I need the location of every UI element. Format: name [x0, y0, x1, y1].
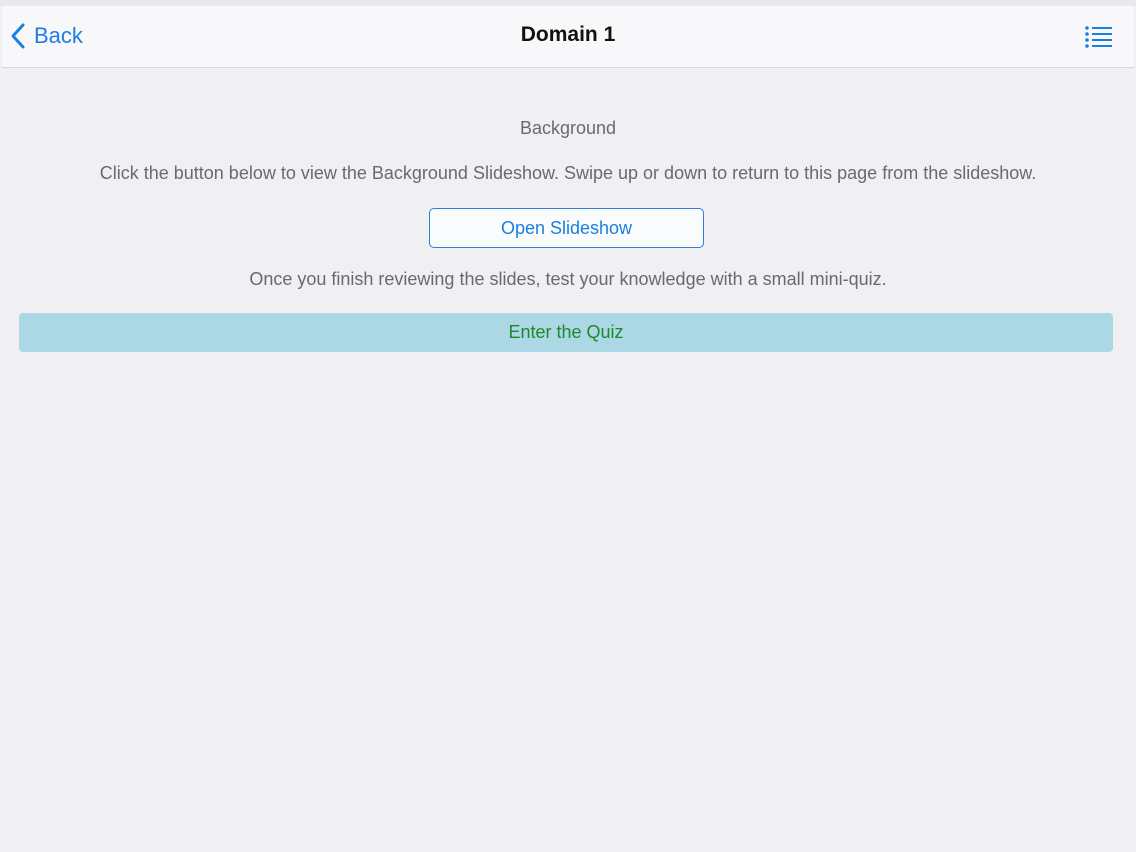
main-content: Background Click the button below to vie…	[2, 68, 1134, 852]
quiz-note-text: Once you finish reviewing the slides, te…	[249, 269, 887, 289]
open-slideshow-button[interactable]: Open Slideshow	[429, 208, 704, 248]
menu-button[interactable]	[1084, 24, 1114, 50]
instructions-text: Click the button below to view the Backg…	[99, 163, 1037, 183]
page-title: Domain 1	[520, 23, 616, 46]
list-menu-icon	[1084, 26, 1114, 54]
navigation-bar: Back Domain 1	[2, 6, 1134, 68]
app-screen: Back Domain 1 Background Click the butto…	[0, 0, 1136, 852]
section-title: Background	[519, 118, 617, 138]
enter-quiz-button[interactable]: Enter the Quiz	[19, 313, 1113, 352]
